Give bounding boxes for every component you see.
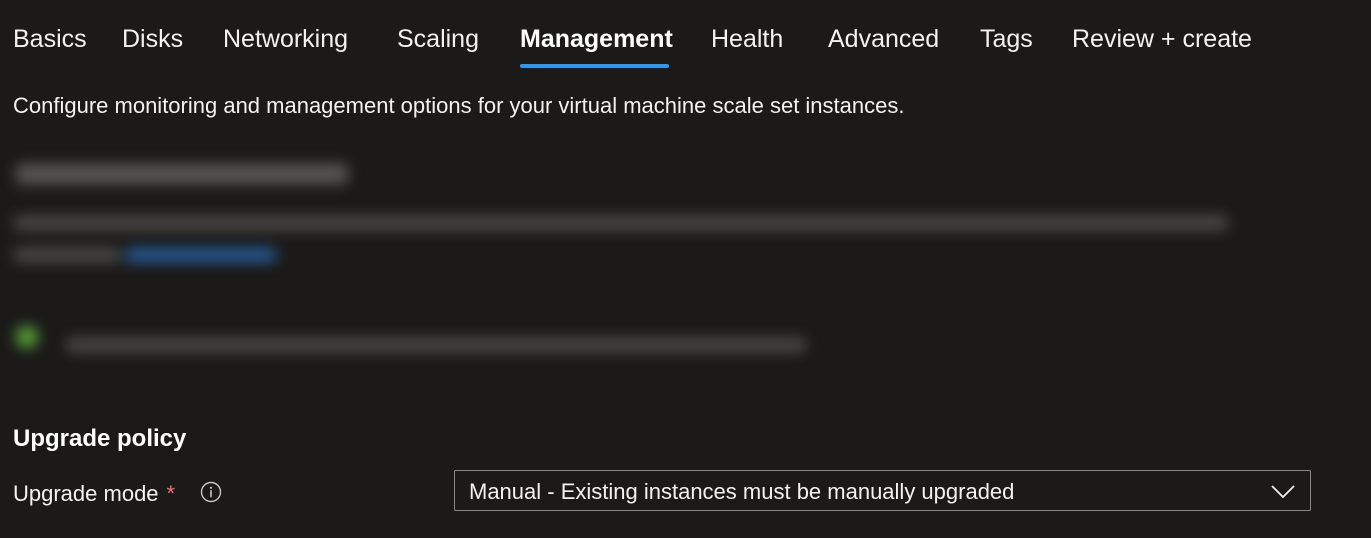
upgrade-mode-label: Upgrade mode * [13,480,175,508]
page-description: Configure monitoring and management opti… [13,93,905,118]
blurred-checkbox [16,326,38,348]
required-marker: * [166,481,176,506]
tab-health[interactable]: Health [711,24,783,54]
info-icon[interactable] [200,481,222,503]
upgrade-mode-dropdown[interactable]: Manual - Existing instances must be manu… [454,470,1311,511]
tab-tags[interactable]: Tags [980,24,1033,54]
tab-bar: Basics Disks Networking Scaling Manageme… [0,0,1371,70]
upgrade-mode-selected-value: Manual - Existing instances must be manu… [469,479,1015,504]
tab-disks[interactable]: Disks [122,24,183,54]
blurred-text-line [66,338,806,352]
blurred-content-region [10,150,1250,380]
blurred-heading [16,164,348,184]
tab-basics[interactable]: Basics [13,24,87,54]
blurred-text-line [14,216,1228,230]
management-tab-page: Basics Disks Networking Scaling Manageme… [0,0,1371,538]
blurred-link [126,248,276,262]
tab-management[interactable]: Management [520,24,673,54]
tab-scaling[interactable]: Scaling [397,24,479,54]
blurred-text-line [14,248,120,262]
active-tab-indicator [520,64,669,68]
tab-networking[interactable]: Networking [223,24,348,54]
upgrade-policy-heading: Upgrade policy [13,425,187,452]
upgrade-mode-label-text: Upgrade mode [13,481,159,506]
tab-review-create[interactable]: Review + create [1072,24,1252,54]
tab-advanced[interactable]: Advanced [828,24,939,54]
chevron-down-icon [1271,485,1295,499]
